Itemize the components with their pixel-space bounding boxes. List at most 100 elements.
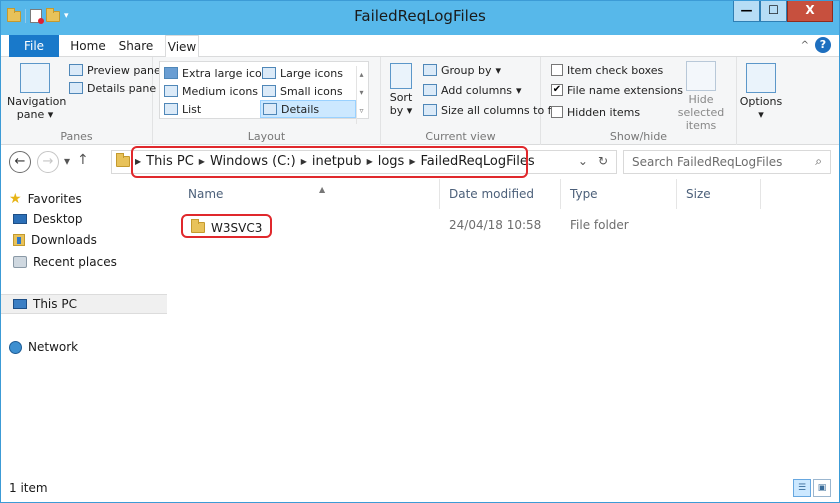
item-check-boxes-checkbox[interactable] [551,64,563,76]
search-icon[interactable]: ⌕ [815,154,822,169]
details-option[interactable]: Details [260,100,356,118]
title-bar[interactable]: ▾ FailedReqLogFiles — ☐ X [1,1,839,35]
preview-pane-button[interactable]: Preview pane [69,61,161,79]
hide-selected-items-button[interactable]: Hide selected items [669,61,733,132]
desktop-icon [13,214,27,224]
network-icon [9,340,22,354]
file-name-extensions-label: File name extensions [567,83,683,97]
address-history-dropdown-icon[interactable]: ⌄ [578,154,588,168]
medium-icons-option[interactable]: Medium icons [164,82,258,100]
size-all-columns-button[interactable]: Size all columns to fit [423,101,559,119]
hidden-items-toggle[interactable]: Hidden items [551,103,640,121]
tab-share[interactable]: Share [116,35,156,57]
tab-file[interactable]: File [9,35,59,57]
details-view-icon[interactable]: ☰ [793,479,811,497]
group-label-panes: Panes [60,130,93,143]
small-icons-icon [262,85,276,97]
tab-view[interactable]: View [165,35,199,58]
layout-gallery: Extra large icons Large icons Medium ico… [159,61,369,124]
nav-label-this-pc: This PC [33,297,77,311]
tab-home[interactable]: Home [67,35,109,57]
list-label: List [182,102,202,116]
maximize-button[interactable]: ☐ [760,1,787,22]
extra-large-icons-label: Extra large icons [182,66,275,80]
address-actions: ⌄ ↻ [578,154,608,168]
nav-item-recent-places[interactable]: Recent places [9,252,165,272]
hidden-items-checkbox[interactable] [551,106,563,118]
computer-icon [13,299,27,309]
nav-item-network[interactable]: Network [9,337,165,357]
column-header-date-modified[interactable]: Date modified [440,179,561,209]
list-option[interactable]: List [164,100,201,118]
nav-item-this-pc[interactable]: This PC [1,294,167,314]
explorer-window: ▾ FailedReqLogFiles — ☐ X File Home Shar… [0,0,840,503]
minimize-ribbon-icon[interactable]: ^ [801,40,809,51]
close-button[interactable]: X [787,1,833,22]
options-button[interactable]: Options ▾ [739,63,783,121]
refresh-icon[interactable]: ↻ [598,154,608,168]
nav-item-favorites[interactable]: ★ Favorites [9,189,165,209]
small-icons-option[interactable]: Small icons [262,82,343,100]
extra-large-icons-option[interactable]: Extra large icons [164,64,274,82]
nav-label-favorites: Favorites [27,192,82,206]
file-name-highlight[interactable]: W3SVC3 [181,214,273,238]
hide-selected-items-icon [686,61,716,91]
window-title: FailedReqLogFiles [354,7,486,25]
file-date-modified: 24/04/18 10:58 [449,218,542,232]
forward-button[interactable]: → [37,151,59,173]
item-count: 1 item [9,481,48,495]
group-options: Options ▾ [737,57,785,145]
file-list: Name ▲ Date modified Type Size W3SVC3 24… [167,179,839,475]
file-name: W3SVC3 [211,220,263,235]
nav-item-downloads[interactable]: Downloads [9,230,165,250]
file-row[interactable]: W3SVC3 24/04/18 10:58 File folder [167,214,839,238]
navigation-pane-icon [20,63,50,93]
group-current-view: Sort by ▾ Group by ▾ Add columns ▾ Size … [381,57,559,145]
back-button[interactable]: ← [9,151,31,173]
preview-pane-label: Preview pane [87,63,161,77]
file-name-extensions-toggle[interactable]: ✔ File name extensions [551,81,683,99]
file-name-extensions-checkbox[interactable]: ✔ [551,84,563,96]
ribbon-tabs: File Home Share View ^ ? [1,35,839,58]
group-layout: Extra large icons Large icons Medium ico… [153,57,381,145]
recent-locations-dropdown-icon[interactable]: ▾ [64,154,70,168]
large-icons-option[interactable]: Large icons [262,64,343,82]
add-columns-icon [423,84,437,96]
options-icon [746,63,776,93]
search-input[interactable]: Search FailedReqLogFiles [632,155,782,169]
details-pane-icon [69,82,83,94]
column-header-type[interactable]: Type [561,179,677,209]
search-box[interactable]: Search FailedReqLogFiles ⌕ [623,150,831,174]
hide-selected-items-label: Hide selected items [677,93,725,132]
help-icon[interactable]: ? [815,37,831,53]
nav-item-desktop[interactable]: Desktop [9,209,165,229]
options-label: Options [739,95,783,108]
minimize-button[interactable]: — [733,1,760,22]
ribbon-controls: ^ ? [801,37,831,53]
column-header-name[interactable]: Name ▲ [179,179,440,209]
downloads-icon [13,234,25,246]
group-by-button[interactable]: Group by ▾ [423,61,501,79]
group-panes: Navigation pane ▾ Preview pane Details p… [1,57,161,145]
large-icons-icon [262,67,276,79]
layout-gallery-scroll[interactable]: ▴ ▾ ▿ [356,66,366,124]
details-pane-label: Details pane [87,81,157,95]
add-columns-button[interactable]: Add columns ▾ [423,81,522,99]
item-check-boxes-toggle[interactable]: Item check boxes [551,61,663,79]
sort-by-label: Sort by [389,91,413,117]
large-icons-view-icon[interactable]: ▣ [813,479,831,497]
sort-ascending-icon: ▲ [319,185,326,194]
add-columns-label: Add columns [441,83,513,97]
up-button[interactable]: ↑ [77,152,89,168]
sort-by-button[interactable]: Sort by ▾ [385,63,417,117]
details-pane-button[interactable]: Details pane [69,79,156,97]
size-all-columns-icon [423,104,437,116]
ribbon-view: Navigation pane ▾ Preview pane Details p… [1,57,839,145]
small-icons-label: Small icons [280,84,343,98]
navigation-pane-label: Navigation pane [7,95,67,121]
column-header-size[interactable]: Size [677,179,761,209]
address-highlight-annotation [131,146,528,178]
star-icon: ★ [9,191,22,207]
navigation-pane-button[interactable]: Navigation pane ▾ [7,63,67,121]
nav-label-downloads: Downloads [31,233,97,247]
